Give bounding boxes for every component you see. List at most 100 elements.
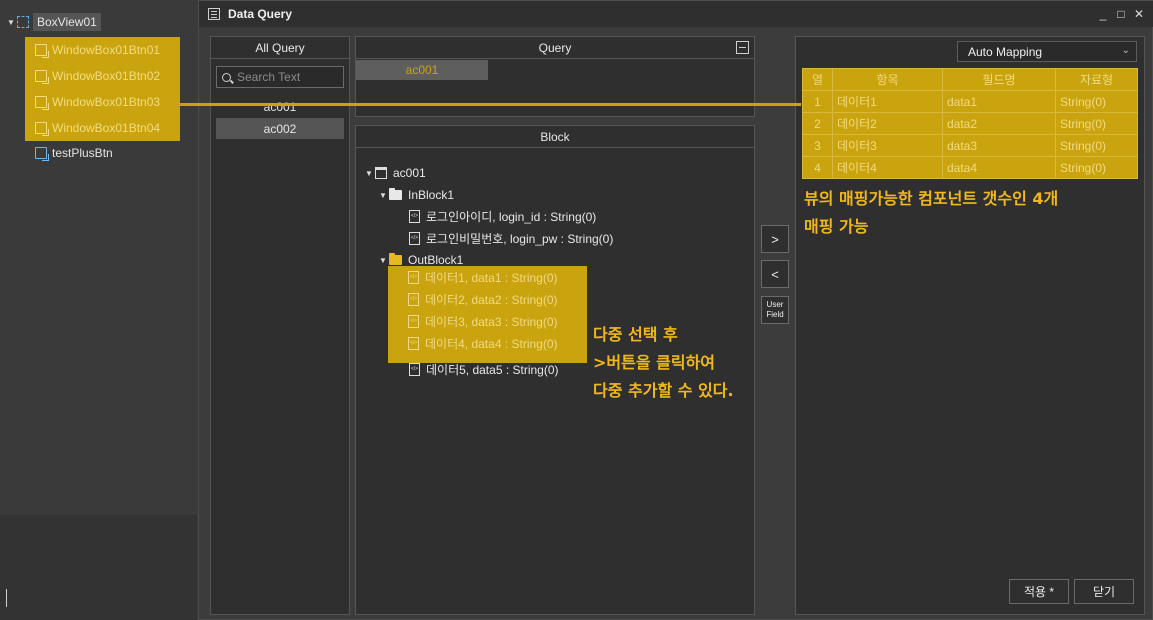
table-cell: String(0) [1055, 134, 1138, 157]
text-cursor [6, 589, 7, 607]
query-list-item[interactable]: ac001 [216, 96, 344, 117]
outline-root[interactable]: ▼ BoxView01 [7, 11, 101, 33]
query-list-item-selected[interactable]: ac002 [216, 118, 344, 139]
tree-field[interactable]: </> 데이터5, data5 : String(0) [409, 359, 559, 379]
field-file-icon: </> [408, 292, 419, 306]
outline-item[interactable]: WindowBox01Btn04 [25, 115, 180, 141]
table-cell: 데이터3 [832, 134, 943, 157]
folder-icon [389, 253, 402, 265]
column-header[interactable]: 열 [802, 68, 833, 91]
outline-item-label: WindowBox01Btn03 [52, 95, 161, 109]
outline-item[interactable]: WindowBox01Btn03 [25, 89, 180, 115]
auto-mapping-select[interactable]: Auto Mapping ⌄ [957, 41, 1137, 62]
query-header: Query [356, 37, 754, 59]
table-cell: 4 [802, 156, 833, 179]
block-annotation: 다중 선택 후 >버튼을 클릭하여 다중 추가할 수 있다. [593, 321, 734, 405]
apply-button[interactable]: 적용 * [1009, 579, 1069, 604]
search-box[interactable] [216, 66, 344, 88]
tree-field-label: 데이터5, data5 : String(0) [426, 362, 559, 377]
tree-field-selected[interactable]: </> 데이터1, data1 : String(0) [408, 266, 607, 288]
expand-caret-icon[interactable]: ▼ [365, 169, 375, 178]
table-cell: 데이터1 [832, 90, 943, 113]
table-cell: data3 [942, 134, 1056, 157]
button-component-icon [35, 122, 49, 136]
outline-bottom-area [0, 515, 197, 620]
collapse-icon[interactable] [736, 41, 749, 54]
outline-tree: ▼ BoxView01 WindowBox01Btn01 WindowBox01… [0, 0, 197, 620]
outline-item[interactable]: WindowBox01Btn02 [25, 63, 180, 89]
tree-field-selected[interactable]: </> 데이터2, data2 : String(0) [408, 288, 607, 310]
chevron-down-icon: ⌄ [1121, 45, 1130, 56]
table-cell: 데이터4 [832, 156, 943, 179]
table-cell: data4 [942, 156, 1056, 179]
column-header[interactable]: 자료형 [1055, 68, 1138, 91]
column-header[interactable]: 항목 [832, 68, 943, 91]
expand-caret-icon[interactable]: ▼ [379, 191, 389, 200]
expand-caret-icon[interactable]: ▼ [7, 18, 17, 27]
annotation-line: 다중 추가할 수 있다. [593, 381, 734, 400]
field-file-icon: </> [409, 362, 420, 376]
outline-item-testplusbtn[interactable]: testPlusBtn [35, 142, 113, 164]
query-tab[interactable]: ac001 [356, 60, 488, 80]
search-icon [222, 72, 231, 82]
minimize-icon[interactable]: _ [1094, 7, 1112, 21]
dialog-window-icon [208, 8, 220, 20]
annotation-line: >버튼을 클릭하여 [593, 353, 716, 372]
outline-item-label: testPlusBtn [52, 146, 113, 160]
window-controls: _ □ ✕ [1094, 1, 1148, 27]
table-row[interactable]: 3 데이터3 data3 String(0) [802, 134, 1138, 157]
user-field-label-line2: Field [766, 310, 784, 319]
tree-field-label: 로그인아이디, login_id : String(0) [426, 209, 597, 224]
outline-item-label: WindowBox01Btn02 [52, 69, 161, 83]
tree-field-label: 데이터1, data1 : String(0) [425, 270, 558, 285]
field-file-icon: </> [409, 231, 420, 245]
folder-icon [389, 188, 402, 200]
field-file-icon: </> [409, 209, 420, 223]
outline-item[interactable]: WindowBox01Btn01 [25, 37, 180, 63]
tree-field-label: 데이터3, data3 : String(0) [425, 314, 558, 329]
maximize-icon[interactable]: □ [1112, 7, 1130, 21]
close-button[interactable]: 닫기 [1074, 579, 1134, 604]
outline-selected-group: WindowBox01Btn01 WindowBox01Btn02 Window… [25, 37, 180, 141]
user-field-label-line1: User [766, 300, 784, 309]
table-row[interactable]: 4 데이터4 data4 String(0) [802, 156, 1138, 179]
search-input[interactable] [237, 70, 337, 84]
button-component-icon [35, 70, 49, 84]
tree-field-label: 데이터2, data2 : String(0) [425, 292, 558, 307]
tree-field-selected[interactable]: </> 데이터3, data3 : String(0) [408, 310, 607, 332]
field-file-icon: </> [408, 314, 419, 328]
table-cell: String(0) [1055, 156, 1138, 179]
tree-field[interactable]: </> 로그인비밀번호, login_pw : String(0) [409, 228, 613, 248]
boxview-icon [17, 16, 29, 28]
annotation-line: 다중 선택 후 [593, 325, 678, 344]
all-query-header: All Query [211, 37, 349, 59]
field-file-icon: </> [408, 336, 419, 350]
dialog-titlebar[interactable]: Data Query _ □ ✕ [199, 1, 1153, 27]
all-query-panel: All Query ac001 ac002 [210, 36, 350, 615]
outline-item-label: WindowBox01Btn01 [52, 43, 161, 57]
table-cell: data2 [942, 112, 1056, 135]
tree-field-label: 데이터4, data4 : String(0) [425, 336, 558, 351]
table-cell: 2 [802, 112, 833, 135]
outline-root-label: BoxView01 [33, 13, 101, 31]
table-row[interactable]: 2 데이터2 data2 String(0) [802, 112, 1138, 135]
table-header-row: 열 항목 필드명 자료형 [802, 68, 1138, 91]
mapping-table: 열 항목 필드명 자료형 1 데이터1 data1 String(0) 2 데이… [802, 68, 1138, 179]
tree-field-selected[interactable]: </> 데이터4, data4 : String(0) [408, 332, 607, 354]
remove-field-button[interactable]: < [761, 260, 789, 288]
tree-node-root[interactable]: ▼ ac001 [365, 163, 426, 183]
tree-field[interactable]: </> 로그인아이디, login_id : String(0) [409, 206, 596, 226]
tree-node-inblock[interactable]: ▼ InBlock1 [379, 185, 454, 205]
tree-node-label: OutBlock1 [408, 253, 464, 267]
column-header[interactable]: 필드명 [942, 68, 1056, 91]
table-row[interactable]: 1 데이터1 data1 String(0) [802, 90, 1138, 113]
user-field-button[interactable]: User Field [761, 296, 789, 324]
mapping-connector-line [180, 103, 801, 106]
close-icon[interactable]: ✕ [1130, 7, 1148, 21]
block-panel: Block ▼ ac001 ▼ InBlock1 </> 로그인아이디, log… [355, 125, 755, 615]
add-field-button[interactable]: > [761, 225, 789, 253]
expand-caret-icon[interactable]: ▼ [379, 256, 389, 265]
table-cell: data1 [942, 90, 1056, 113]
field-file-icon: </> [408, 270, 419, 284]
block-header: Block [356, 126, 754, 148]
